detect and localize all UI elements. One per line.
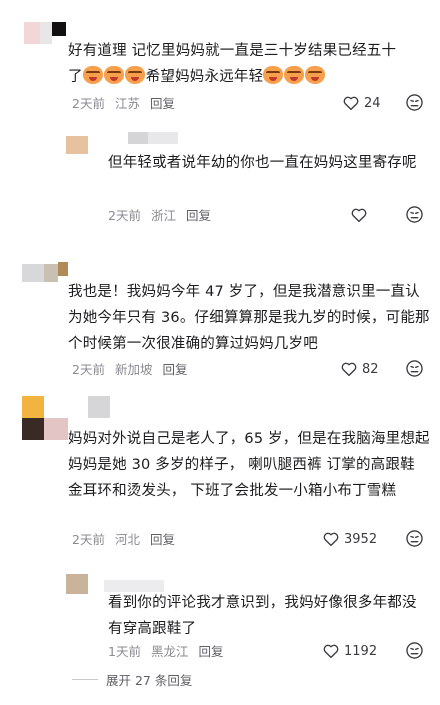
time: 1天前 — [108, 643, 141, 659]
location: 河北 — [114, 531, 140, 547]
laughing-cat-emoji-icon — [124, 66, 145, 84]
comment-text: 好有道理 记忆里妈妈就一直是三十岁结果已经五十 了 希望妈妈永远年轻 — [68, 38, 428, 90]
dislike-face-icon[interactable] — [405, 359, 424, 378]
like-count: 3952 — [344, 531, 378, 547]
reply-button[interactable]: 回复 — [198, 641, 223, 660]
avatar[interactable] — [22, 262, 68, 282]
dislike-face-icon[interactable] — [405, 641, 424, 660]
reply-button[interactable]: 回复 — [186, 205, 211, 224]
time: 2天前 — [108, 207, 141, 223]
heart-outline-icon — [323, 532, 339, 547]
laughing-cat-emoji-icon — [284, 66, 305, 84]
comment-meta: 2天前 河北 回复 — [72, 528, 175, 548]
heart-outline-icon — [341, 362, 357, 377]
location: 新加坡 — [114, 361, 153, 377]
like-button[interactable]: 3952 — [322, 529, 377, 549]
comment-text-line1: 好有道理 记忆里妈妈就一直是三十岁结果已经五十 — [68, 43, 397, 59]
comment-meta: 2天前 浙江 回复 — [108, 204, 211, 224]
avatar[interactable] — [24, 22, 66, 44]
divider — [72, 679, 98, 680]
dislike-face-icon[interactable] — [405, 205, 424, 224]
comment-text-line2-mid: 希望妈妈永远年轻 — [145, 69, 264, 85]
laughing-cat-emoji-icon — [82, 66, 103, 84]
like-button[interactable]: 24 — [342, 93, 381, 113]
like-button[interactable]: 82 — [340, 359, 379, 379]
like-button[interactable] — [350, 205, 372, 225]
like-button[interactable]: 1192 — [322, 641, 377, 661]
heart-outline-icon — [343, 96, 359, 111]
expand-replies-button[interactable]: 展开 27 条回复 — [72, 670, 192, 689]
comment-meta: 2天前 新加坡 回复 — [72, 358, 187, 378]
location: 浙江 — [150, 207, 176, 223]
time: 2天前 — [72, 95, 105, 111]
comment-text: 但年轻或者说年幼的你也一直在妈妈这里寄存呢 — [108, 155, 417, 171]
reply-button[interactable]: 回复 — [162, 359, 187, 378]
dislike-face-icon[interactable] — [405, 93, 424, 112]
dislike-face-icon[interactable] — [405, 529, 424, 548]
comment-text: 我也是！我妈妈今年 47 岁了，但是我潜意识里一直认为她今年只有 36。仔细算算… — [68, 284, 430, 352]
comment-meta: 2天前 江苏 回复 — [72, 92, 175, 112]
time: 2天前 — [72, 361, 105, 377]
laughing-cat-emoji-icon — [263, 66, 284, 84]
heart-outline-icon — [351, 208, 367, 223]
heart-outline-icon — [323, 644, 339, 659]
like-count: 24 — [364, 95, 381, 111]
like-count: 82 — [362, 361, 379, 377]
comment-text: 妈妈对外说自己是老人了，65 岁，但是在我脑海里想起妈妈是她 30 多岁的样子，… — [68, 431, 430, 499]
reply-button[interactable]: 回复 — [150, 93, 175, 112]
like-count: 1192 — [344, 643, 378, 659]
comment-text: 看到你的评论我才意识到，我妈好像很多年都没有穿高跟鞋了 — [108, 595, 417, 637]
laughing-cat-emoji-icon — [103, 66, 124, 84]
time: 2天前 — [72, 531, 105, 547]
location: 黑龙江 — [150, 643, 189, 659]
expand-replies-label: 展开 27 条回复 — [106, 673, 193, 688]
comment-text-line2-start: 了 — [68, 69, 83, 85]
comment-meta: 1天前 黑龙江 回复 — [108, 640, 223, 660]
location: 江苏 — [114, 95, 140, 111]
reply-button[interactable]: 回复 — [150, 529, 175, 548]
laughing-cat-emoji-icon — [305, 66, 326, 84]
